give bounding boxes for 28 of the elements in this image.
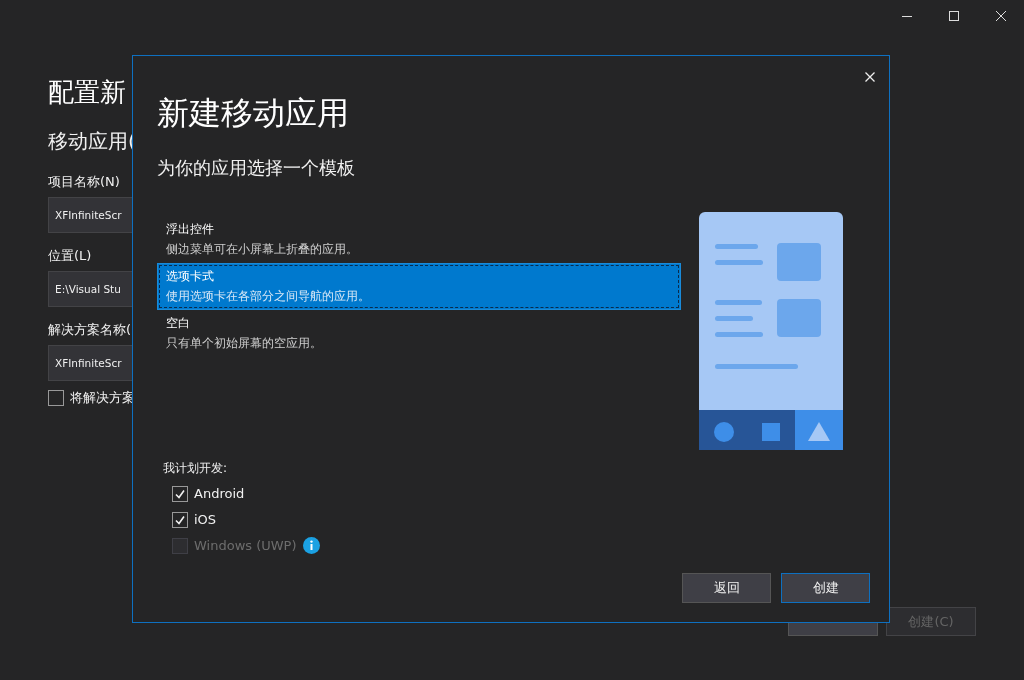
template-title: 浮出控件 (166, 221, 214, 238)
dialog-subtitle: 为你的应用选择一个模板 (157, 156, 355, 180)
back-button[interactable]: 返回 (682, 573, 771, 603)
checkbox[interactable] (172, 511, 188, 528)
field-label: 项目名称(N) (48, 173, 120, 191)
template-title: 选项卡式 (166, 268, 214, 285)
field-label: 位置(L) (48, 247, 92, 265)
template-title: 空白 (166, 315, 190, 332)
platforms-label: 我计划开发: (163, 460, 228, 477)
checkbox-label: Windows (UWP) (194, 538, 297, 553)
page-title: 配置新 (48, 76, 126, 109)
checkbox-label: Android (194, 486, 245, 501)
create-button[interactable]: 创建 (781, 573, 870, 603)
close-icon (995, 11, 1006, 21)
field-label: 解决方案名称( (48, 321, 132, 339)
template-item[interactable]: 浮出控件 侧边菜单可在小屏幕上折叠的应用。 (157, 216, 681, 263)
template-description: 使用选项卡在各部分之间导航的应用。 (166, 289, 370, 304)
template-description: 只有单个初始屏幕的空应用。 (166, 336, 322, 351)
template-description: 侧边菜单可在小屏幕上折叠的应用。 (166, 242, 358, 257)
minimize-icon (901, 15, 912, 17)
template-item[interactable]: 选项卡式 使用选项卡在各部分之间导航的应用。 (157, 263, 681, 310)
maximize-icon (948, 11, 959, 21)
close-icon (865, 72, 875, 82)
template-item[interactable]: 空白 只有单个初始屏幕的空应用。 (157, 310, 681, 357)
checkbox[interactable] (48, 390, 64, 406)
dialog-title: 新建移动应用 (157, 93, 349, 134)
checkbox[interactable] (172, 485, 188, 502)
checkbox-label: iOS (194, 512, 217, 527)
